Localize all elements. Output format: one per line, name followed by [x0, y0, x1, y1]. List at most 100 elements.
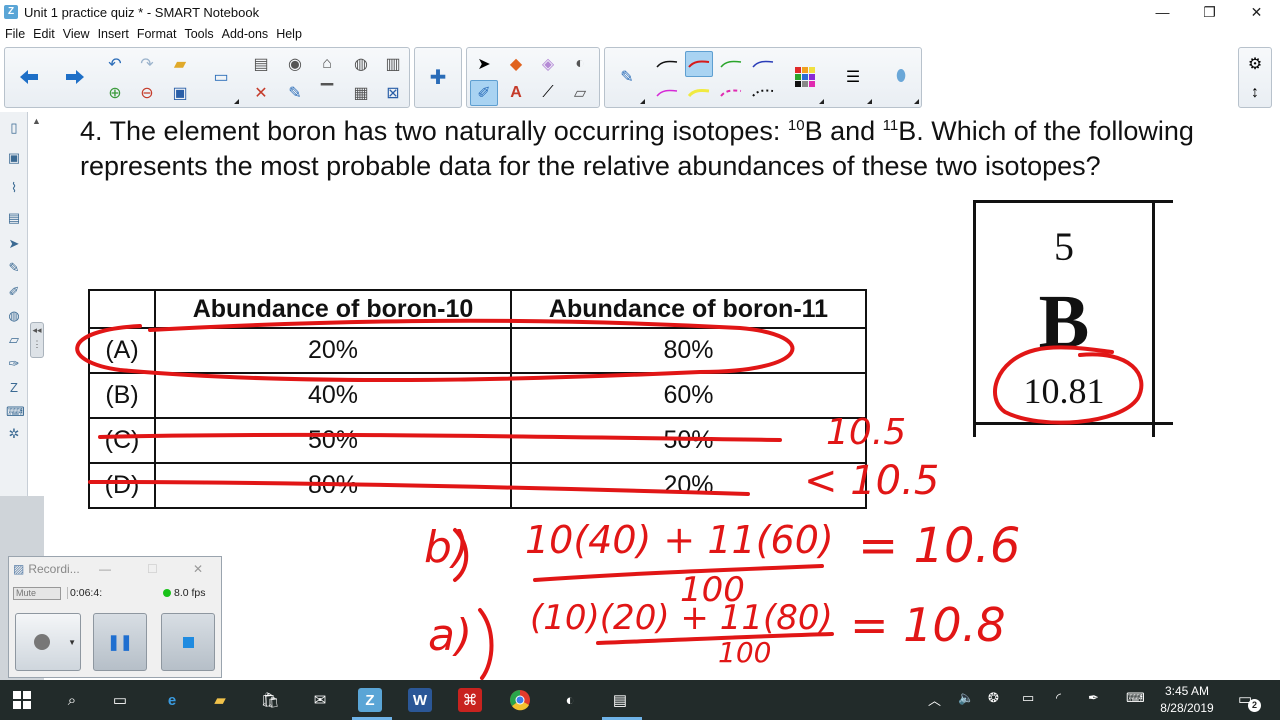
notebook-tools-icon[interactable]: ▤ [608, 688, 632, 712]
pen-black-icon[interactable] [653, 51, 681, 77]
menu-edit[interactable]: Edit [29, 27, 59, 41]
volume-icon[interactable]: 🔈 [958, 690, 974, 706]
document-camera-icon[interactable]: ⌂ [313, 51, 341, 77]
recorder-maximize-button[interactable]: ☐ [147, 562, 158, 576]
capture-tool-icon[interactable]: ▥ [379, 51, 407, 77]
pens-icon[interactable]: ✐ [470, 80, 498, 106]
chrome-icon[interactable] [508, 688, 532, 712]
recorder-close-button[interactable]: ✕ [193, 562, 203, 576]
smart-notebook-taskbar-icon[interactable]: Z [358, 688, 382, 712]
pen-tool-icon[interactable]: ✎ [6, 260, 22, 276]
text-tool-icon[interactable]: Z [6, 380, 22, 396]
insert-table-icon[interactable]: ▦ [347, 80, 375, 106]
eraser-tool-icon[interactable]: ▱ [6, 332, 22, 348]
display-screen-icon[interactable]: ▭ [207, 64, 235, 90]
transparency-dropdown-icon[interactable] [914, 99, 919, 104]
attachments-icon[interactable]: ⌇ [6, 180, 22, 196]
pen-dotted-icon[interactable] [749, 80, 777, 106]
thickness-dropdown-icon[interactable] [867, 99, 872, 104]
word-icon[interactable]: W [408, 688, 432, 712]
taskbar-clock[interactable]: 3:45 AM 8/28/2019 [1152, 683, 1222, 717]
back-arrow-icon[interactable] [15, 64, 43, 90]
scroll-up-icon[interactable]: ▲ [32, 116, 41, 126]
acrobat-icon[interactable]: ⌘ [458, 688, 482, 712]
edge-browser-icon[interactable]: e [160, 688, 184, 712]
pen-red-icon[interactable] [685, 51, 713, 77]
page-sorter-icon[interactable]: ▯ [6, 120, 22, 136]
menu-tools[interactable]: Tools [180, 27, 217, 41]
select-arrow-icon[interactable]: ➤ [470, 51, 498, 77]
screen-shade-icon[interactable]: ▔ [313, 80, 341, 106]
recording-tray-icon[interactable]: ❂ [988, 690, 999, 706]
display-dropdown-icon[interactable] [234, 99, 239, 104]
stop-button[interactable] [161, 613, 215, 671]
menu-help[interactable]: Help [272, 27, 306, 41]
pen-magenta-icon[interactable] [653, 80, 681, 106]
full-screen-icon[interactable]: ⊠ [379, 80, 407, 106]
creative-pen-icon[interactable]: ✐ [6, 284, 22, 300]
color-dropdown-icon[interactable] [819, 99, 824, 104]
task-view-icon[interactable]: ▭ [108, 688, 132, 712]
redo-icon[interactable]: ↷ [133, 51, 161, 77]
forward-arrow-icon[interactable] [61, 64, 89, 90]
open-folder-icon[interactable]: ▰ [166, 51, 194, 77]
highlighter-icon[interactable]: ◍ [6, 308, 22, 324]
settings-small-icon[interactable]: ✲ [6, 426, 22, 442]
pen-pink-dashed-icon[interactable] [717, 80, 745, 106]
store-icon[interactable]: 🛍 [258, 688, 282, 712]
file-explorer-icon[interactable]: ▰ [208, 688, 232, 712]
restore-button[interactable]: ❐ [1186, 0, 1233, 24]
recorder-minimize-button[interactable]: — [99, 562, 111, 576]
puzzle-piece-icon[interactable]: ✚ [424, 64, 452, 90]
menu-view[interactable]: View [59, 27, 94, 41]
transparency-icon[interactable]: ⬮ [887, 64, 915, 90]
show-hidden-icons[interactable]: ︿ [928, 690, 941, 709]
wifi-icon[interactable]: ◜ [1056, 690, 1061, 706]
select-tool-icon[interactable]: ➤ [6, 236, 22, 252]
minimize-button[interactable]: — [1139, 0, 1186, 24]
close-button[interactable]: ✕ [1233, 0, 1280, 24]
screen-capture-icon[interactable]: ◉ [281, 51, 309, 77]
mail-icon[interactable]: ✉ [308, 688, 332, 712]
move-toolbar-icon[interactable]: ↕ [1241, 80, 1269, 106]
recorder-app-icon[interactable]: ◐ [558, 688, 582, 712]
pen-type-icon[interactable]: ✎ [613, 64, 641, 90]
menu-addons[interactable]: Add-ons [218, 27, 273, 41]
battery-icon[interactable]: ▭ [1022, 690, 1034, 706]
add-page-icon[interactable]: ⊕ [101, 80, 129, 106]
save-icon[interactable]: ▣ [166, 80, 194, 106]
marker-icon[interactable]: ✑ [6, 356, 22, 372]
pen-blue-icon[interactable] [749, 51, 777, 77]
record-dropdown-icon[interactable]: ▼ [68, 638, 76, 647]
undo-icon[interactable]: ↶ [101, 51, 129, 77]
panel-collapse-handle[interactable]: ◂◂ ⋮ [30, 322, 44, 358]
clear-page-icon[interactable]: ✕ [247, 80, 275, 106]
highlighter-yellow-icon[interactable] [685, 80, 713, 106]
menu-file[interactable]: File [0, 27, 29, 41]
menu-format[interactable]: Format [133, 27, 181, 41]
paste-icon[interactable]: ▤ [247, 51, 275, 77]
windows-start-icon[interactable] [10, 688, 34, 712]
magic-pen-icon[interactable]: ▱ [566, 80, 594, 106]
clear-ink-icon[interactable]: ✎ [281, 80, 309, 106]
menu-insert[interactable]: Insert [94, 27, 133, 41]
gear-icon[interactable]: ⚙ [1241, 51, 1269, 77]
line-icon[interactable]: ⟋ [534, 80, 562, 106]
keyboard-tray-icon[interactable]: ⌨ [1126, 690, 1145, 706]
pen-green-icon[interactable] [717, 51, 745, 77]
properties-icon[interactable]: ▤ [6, 210, 22, 226]
text-icon[interactable]: A [502, 80, 530, 106]
internet-browser-icon[interactable]: ◍ [347, 51, 375, 77]
search-icon[interactable]: ⌕ [60, 688, 84, 712]
record-button[interactable]: ▼ [15, 613, 81, 671]
pause-button[interactable]: ❚❚ [93, 613, 147, 671]
delete-page-icon[interactable]: ⊖ [133, 80, 161, 106]
pen-workspace-icon[interactable]: ✒ [1088, 690, 1099, 706]
line-thickness-icon[interactable]: ☰ [839, 64, 867, 90]
gallery-icon[interactable]: ▣ [6, 150, 22, 166]
shapes-icon[interactable]: ◆ [502, 51, 530, 77]
pen-type-dropdown-icon[interactable] [640, 99, 645, 104]
keyboard-icon[interactable]: ⌨ [6, 404, 25, 420]
mute-dropdown[interactable]: Mute [13, 586, 61, 600]
eraser-icon[interactable]: ◈ [534, 51, 562, 77]
